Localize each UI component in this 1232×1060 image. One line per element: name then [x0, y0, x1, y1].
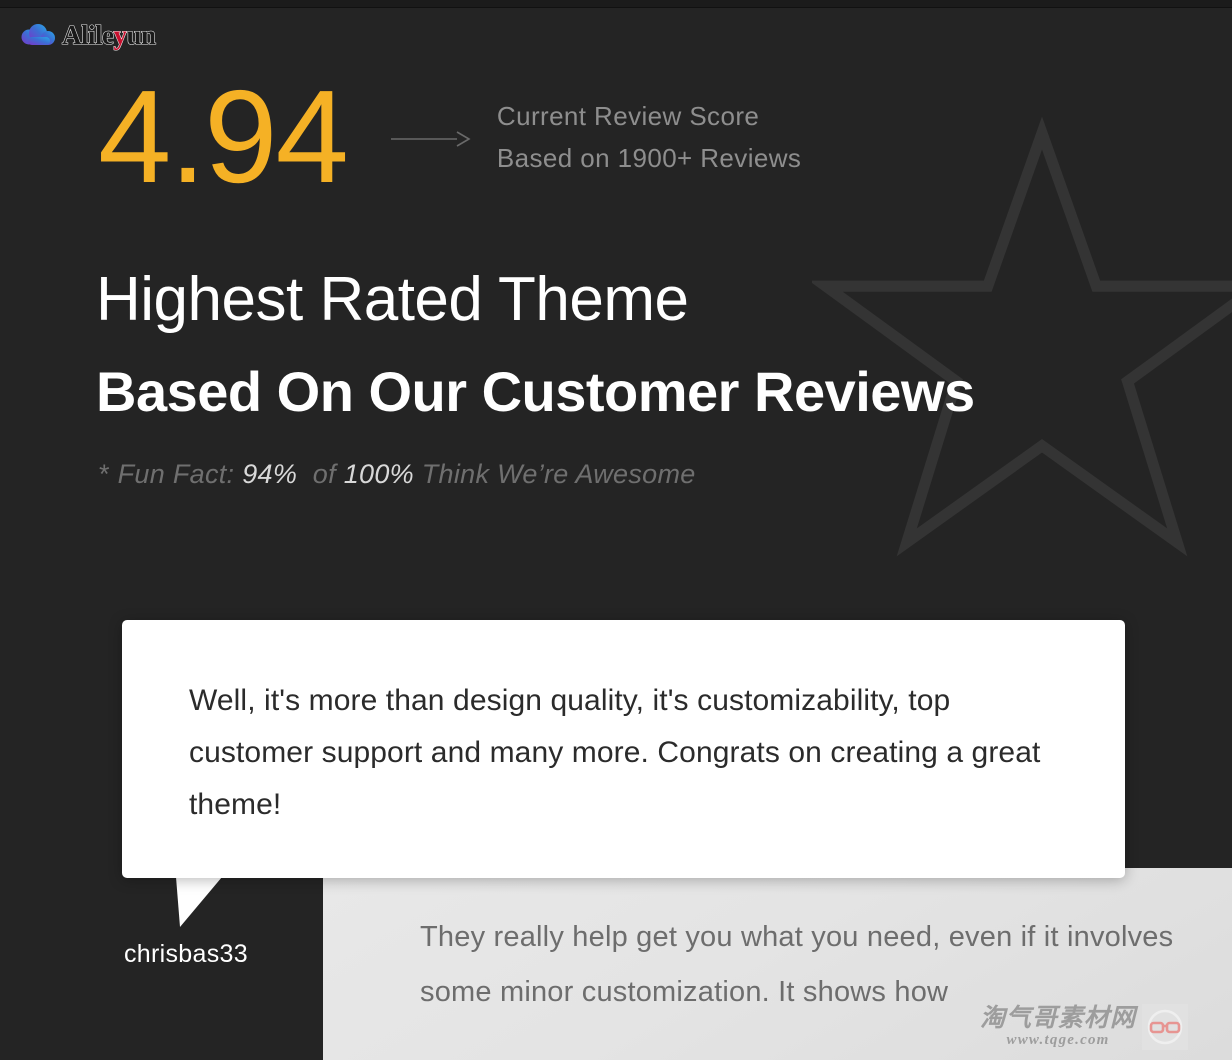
brand-name-part2: un	[126, 19, 157, 50]
primary-testimonial-author: chrisbas33	[124, 940, 248, 968]
fun-fact-total: 100%	[343, 459, 414, 489]
watermark-text: 淘气哥素材网 www.tqge.com	[980, 1005, 1136, 1049]
headline-secondary: Based On Our Customer Reviews	[96, 360, 975, 423]
fun-fact-label: Fun Fact:	[117, 459, 235, 489]
review-score-value: 4.94	[98, 63, 349, 210]
speech-bubble-tail-icon	[176, 877, 222, 927]
primary-testimonial-card: Well, it's more than design quality, it'…	[122, 620, 1125, 878]
review-score-caption-line1: Current Review Score	[496, 101, 760, 131]
promo-banner: Alileyun 4.94 Current Review Score Based…	[0, 0, 1232, 1060]
brand-name-highlight: y	[113, 19, 128, 50]
watermark-site-name: 淘气哥素材网	[980, 1003, 1137, 1032]
star-outline-icon	[812, 116, 1232, 557]
review-score-caption-line2: Based on 1900+ Reviews	[496, 143, 802, 173]
fun-fact-line: * Fun Fact: 94% of 100% Think We’re Awes…	[99, 457, 696, 491]
review-score-block: 4.94 Current Review Score Based on 1900+…	[98, 63, 801, 210]
arrow-right-icon	[390, 131, 471, 147]
brand-logo[interactable]: Alileyun	[20, 18, 157, 52]
fun-fact-connector: of	[312, 459, 336, 489]
fun-fact-percent: 94%	[242, 459, 298, 489]
headline-primary: Highest Rated Theme	[96, 265, 689, 334]
fun-fact-marker: *	[99, 459, 110, 489]
cloud-icon	[21, 24, 55, 45]
brand-name: Alileyun	[61, 19, 157, 50]
primary-testimonial-quote: Well, it's more than design quality, it'…	[189, 684, 1041, 821]
top-edge-strip	[0, 0, 1232, 8]
watermark: 淘气哥素材网 www.tqge.com	[980, 1004, 1189, 1050]
watermark-site-url: www.tqge.com	[1006, 1032, 1110, 1048]
fun-fact-suffix: Think We’re Awesome	[421, 459, 696, 489]
glasses-face-icon	[1142, 1004, 1189, 1050]
brand-name-part1: Alile	[61, 19, 114, 50]
review-score-caption: Current Review Score Based on 1900+ Revi…	[497, 95, 801, 179]
